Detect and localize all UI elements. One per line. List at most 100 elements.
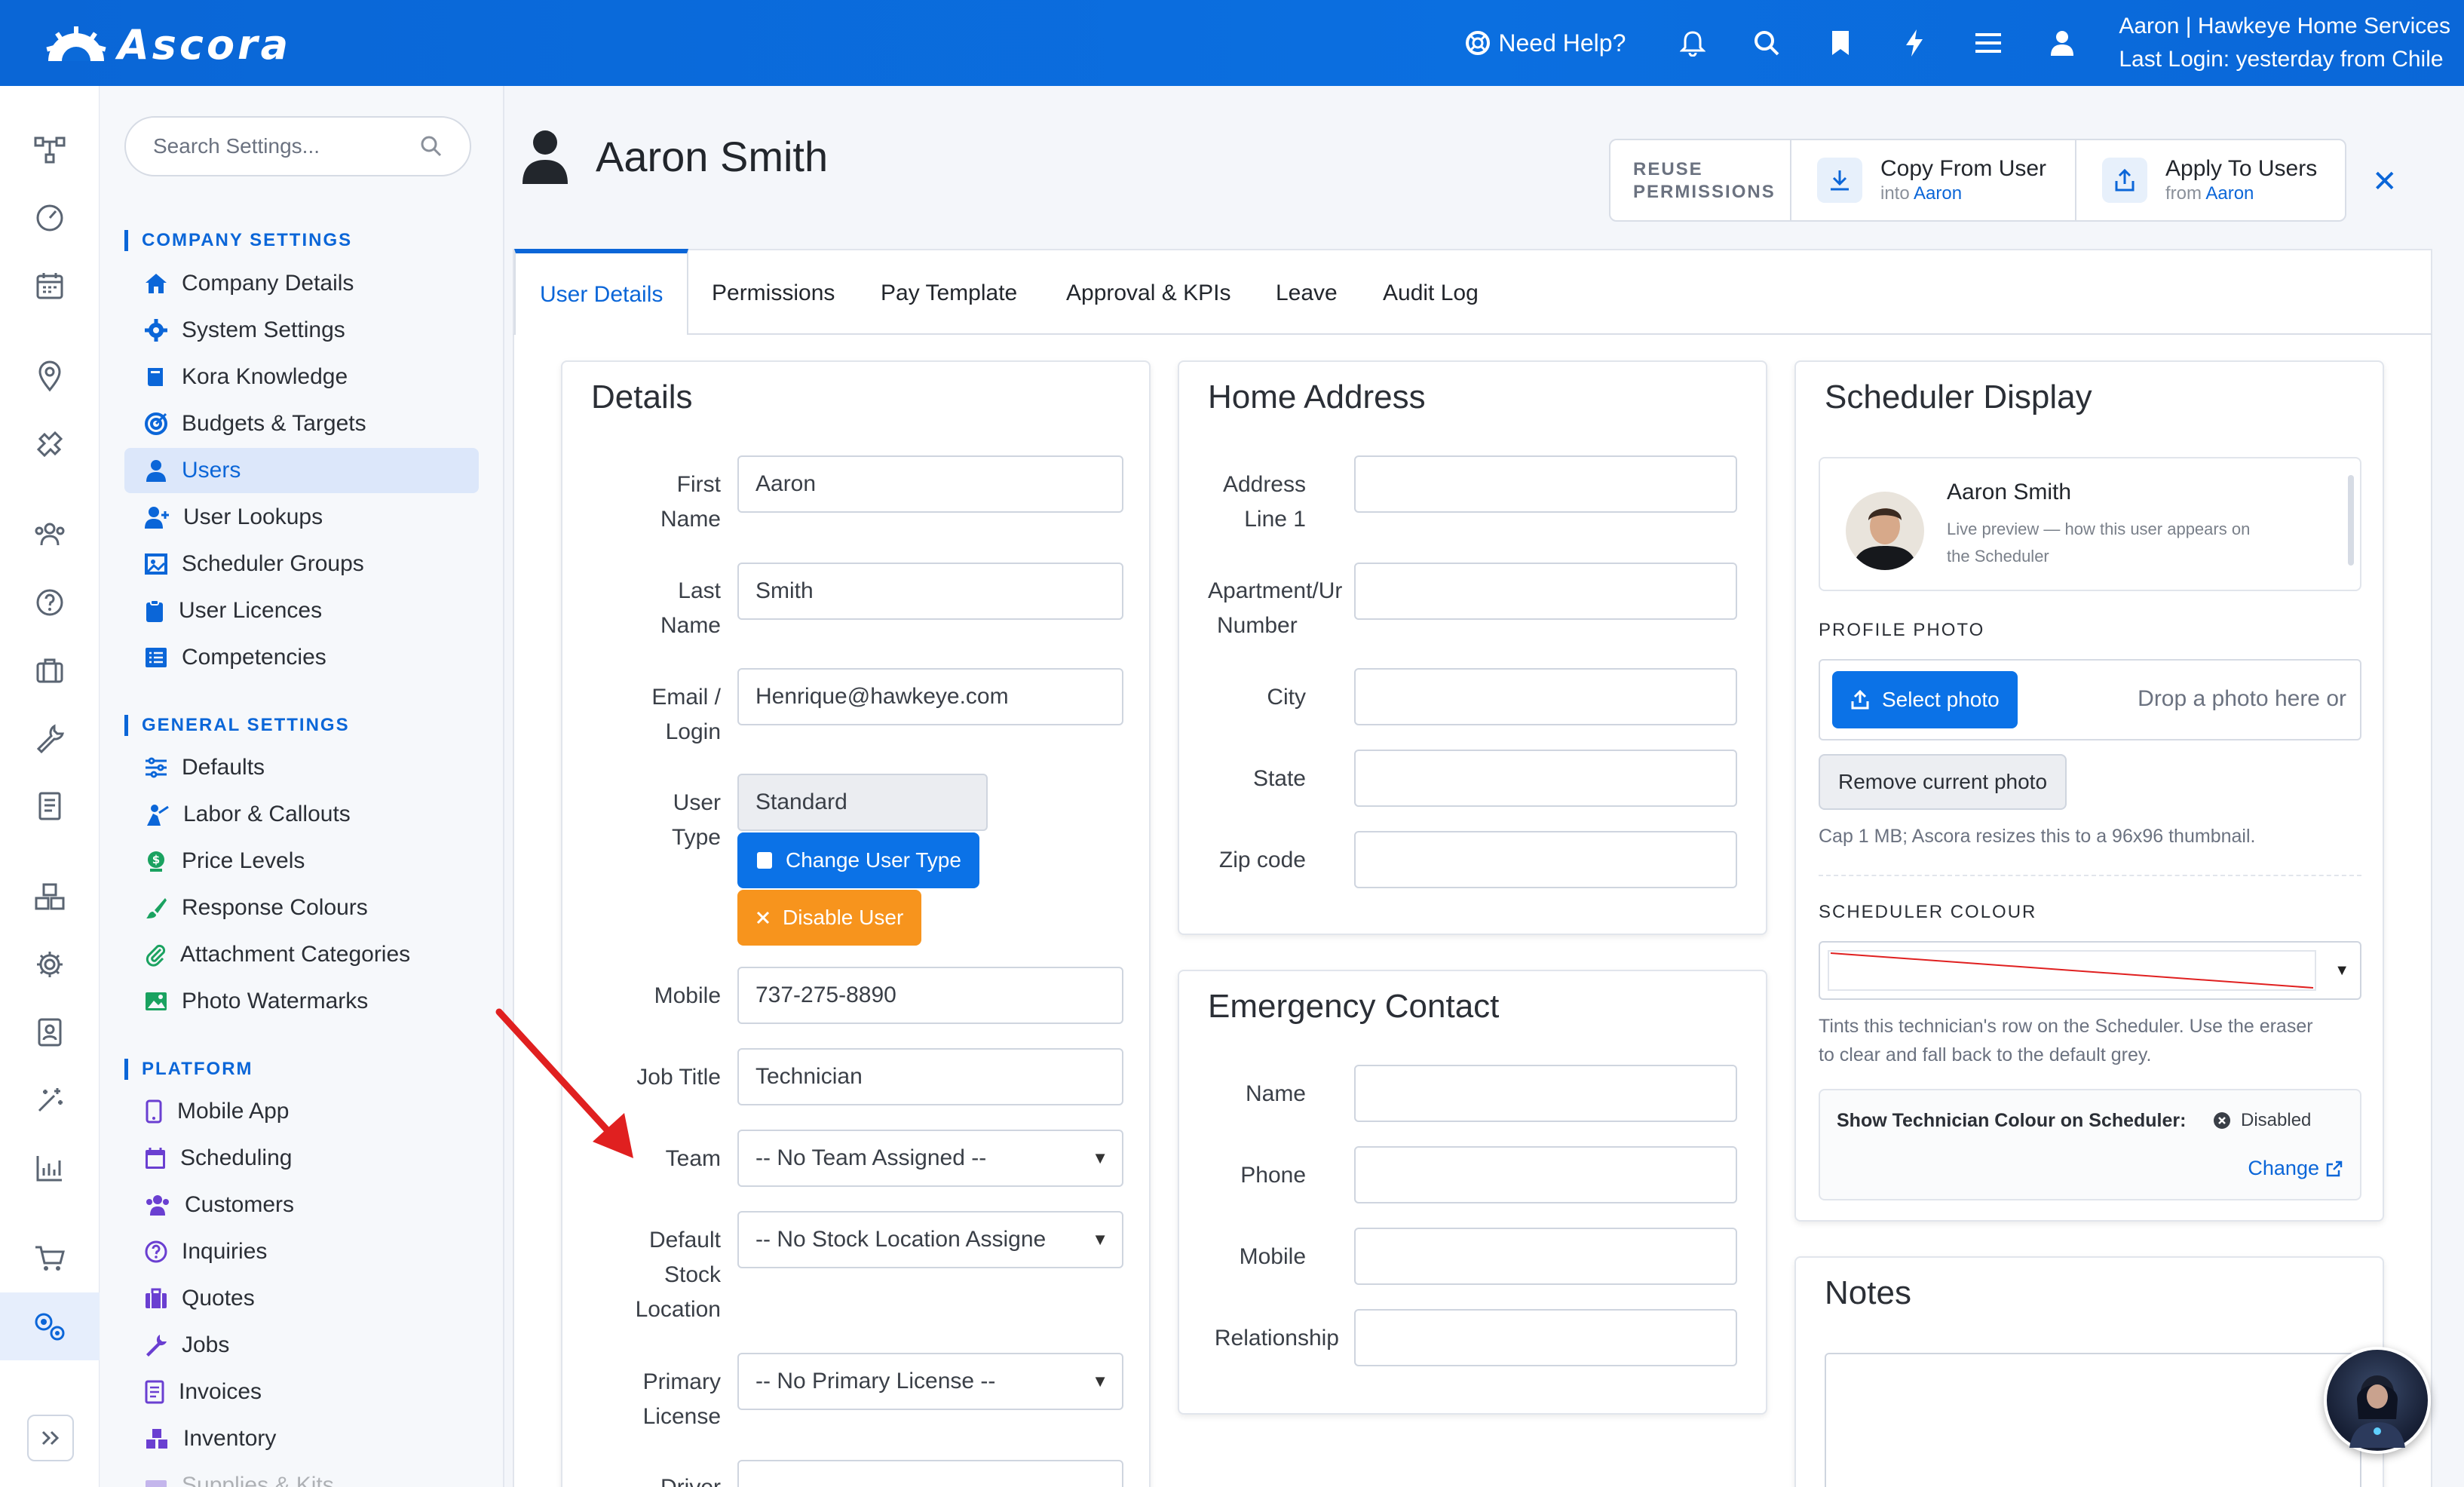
- primary-license-select[interactable]: -- No Primary License -- ▼: [737, 1353, 1123, 1410]
- remove-photo-button[interactable]: Remove current photo: [1819, 754, 2067, 810]
- user-info[interactable]: Aaron | Hawkeye Home Services Last Login…: [2119, 10, 2450, 76]
- rail-workflow[interactable]: [0, 116, 100, 184]
- nav-supplies-kits[interactable]: Supplies & Kits: [124, 1463, 479, 1487]
- change-link[interactable]: Change: [2248, 1157, 2343, 1180]
- photo-drop-zone[interactable]: Select photo Drop a photo here or: [1819, 659, 2361, 740]
- rail-inventory[interactable]: [0, 863, 100, 931]
- rail-jobs[interactable]: [0, 704, 100, 772]
- stock-location-select[interactable]: -- No Stock Location Assigne ▼: [737, 1211, 1123, 1268]
- copy-from-user-button[interactable]: Copy From User into Aaron: [1791, 140, 2076, 220]
- close-icon[interactable]: ✕: [2372, 164, 2398, 199]
- nav-label: Jobs: [182, 1332, 230, 1357]
- rail-quotes[interactable]: [0, 636, 100, 704]
- nav-user-lookups[interactable]: User Lookups: [124, 495, 479, 540]
- state-field[interactable]: [1354, 750, 1737, 807]
- last-name-field[interactable]: Smith: [737, 563, 1123, 620]
- company-settings-heading: COMPANY SETTINGS: [124, 230, 352, 251]
- rail-calendar[interactable]: [0, 252, 100, 320]
- expand-sidebar-button[interactable]: [27, 1415, 74, 1461]
- calendar-icon: [36, 273, 63, 299]
- nav-competencies[interactable]: Competencies: [124, 635, 479, 680]
- nav-mobile-app[interactable]: Mobile App: [124, 1089, 479, 1134]
- first-name-field[interactable]: Aaron: [737, 455, 1123, 513]
- tab-audit-log[interactable]: Audit Log: [1383, 250, 1479, 336]
- nav-company-details[interactable]: Company Details: [124, 261, 479, 306]
- nav-inquiries[interactable]: Inquiries: [124, 1229, 479, 1274]
- nav-response-colours[interactable]: Response Colours: [124, 885, 479, 931]
- user-menu-button[interactable]: [2025, 0, 2099, 86]
- rail-admin-settings[interactable]: [0, 1292, 100, 1360]
- address-line1-field[interactable]: [1354, 455, 1737, 513]
- emergency-mobile-field[interactable]: [1354, 1228, 1737, 1285]
- nav-budgets-targets[interactable]: Budgets & Targets: [124, 401, 479, 446]
- nav-scheduling[interactable]: Scheduling: [124, 1136, 479, 1181]
- tab-permissions[interactable]: Permissions: [712, 250, 835, 336]
- mobile-field[interactable]: 737-275-8890: [737, 967, 1123, 1024]
- nav-scheduler-groups[interactable]: Scheduler Groups: [124, 541, 479, 587]
- nav-invoices[interactable]: Invoices: [124, 1369, 479, 1415]
- emergency-name-field[interactable]: [1354, 1065, 1737, 1122]
- tab-pay-template[interactable]: Pay Template: [881, 250, 1017, 336]
- rail-contacts[interactable]: [0, 998, 100, 1066]
- logo-text: Ascora: [118, 21, 292, 69]
- scheduler-colour-picker[interactable]: ▼: [1819, 941, 2361, 1000]
- tab-leave[interactable]: Leave: [1276, 250, 1338, 336]
- nav-jobs[interactable]: Jobs: [124, 1323, 479, 1368]
- rail-ai[interactable]: [0, 1066, 100, 1134]
- tab-approval-kpis[interactable]: Approval & KPIs: [1066, 250, 1230, 336]
- notes-textarea[interactable]: [1825, 1353, 2361, 1487]
- paperclip-icon: [146, 944, 166, 967]
- chat-assistant-avatar[interactable]: [2324, 1347, 2431, 1454]
- rail-reports[interactable]: [0, 1134, 100, 1202]
- need-help-button[interactable]: Need Help?: [1465, 29, 1626, 57]
- rail-invoices[interactable]: [0, 772, 100, 840]
- nav-quotes[interactable]: Quotes: [124, 1276, 479, 1321]
- nav-label: Photo Watermarks: [182, 989, 369, 1013]
- nav-system-settings[interactable]: System Settings: [124, 308, 479, 353]
- apply-to-users-button[interactable]: Apply To Users from Aaron: [2076, 140, 2345, 220]
- rail-help[interactable]: [0, 569, 100, 636]
- zip-code-field[interactable]: [1354, 831, 1737, 888]
- rail-integrations[interactable]: [0, 410, 100, 478]
- nav-defaults[interactable]: Defaults: [124, 745, 479, 790]
- relationship-field[interactable]: [1354, 1309, 1737, 1366]
- nav-price-levels[interactable]: $ Price Levels: [124, 839, 479, 884]
- bookmarks-button[interactable]: [1804, 0, 1877, 86]
- preview-scrollbar[interactable]: [2348, 475, 2354, 566]
- rail-settings[interactable]: [0, 931, 100, 998]
- main-menu-button[interactable]: [1951, 0, 2025, 86]
- select-photo-button[interactable]: Select photo: [1832, 671, 2018, 728]
- ascora-logo[interactable]: Ascora: [42, 21, 291, 69]
- nav-attachment-categories[interactable]: Attachment Categories: [124, 932, 479, 977]
- nav-customers[interactable]: Customers: [124, 1182, 479, 1228]
- nav-users[interactable]: Users: [124, 448, 479, 493]
- disable-user-button[interactable]: Disable User: [737, 890, 922, 946]
- apartment-field[interactable]: [1354, 563, 1737, 620]
- rail-map[interactable]: [0, 342, 100, 410]
- rail-dashboard[interactable]: [0, 184, 100, 252]
- nav-user-licences[interactable]: User Licences: [124, 588, 479, 633]
- primary-license-value: -- No Primary License --: [755, 1369, 996, 1393]
- city-label: City: [1267, 685, 1306, 710]
- rail-users[interactable]: [0, 501, 100, 569]
- nav-label: Customers: [185, 1192, 295, 1217]
- global-search-button[interactable]: [1730, 0, 1804, 86]
- notifications-button[interactable]: [1656, 0, 1730, 86]
- tab-user-details[interactable]: User Details: [514, 249, 689, 336]
- job-title-field[interactable]: Technician: [737, 1048, 1123, 1105]
- driver-field[interactable]: [737, 1460, 1123, 1487]
- team-select[interactable]: -- No Team Assigned -- ▼: [737, 1130, 1123, 1187]
- email-field[interactable]: Henrique@hawkeye.com: [737, 668, 1123, 725]
- change-user-type-button[interactable]: Change User Type: [737, 832, 979, 888]
- nav-labor-callouts[interactable]: Labor & Callouts: [124, 792, 479, 837]
- nav-photo-watermarks[interactable]: Photo Watermarks: [124, 979, 479, 1024]
- rail-shop[interactable]: [0, 1225, 100, 1292]
- emergency-phone-field[interactable]: [1354, 1146, 1737, 1203]
- page-header: Aaron Smith: [520, 128, 828, 184]
- home-icon: [146, 274, 167, 293]
- nav-inventory[interactable]: Inventory: [124, 1416, 479, 1461]
- quick-actions-button[interactable]: [1877, 0, 1951, 86]
- city-field[interactable]: [1354, 668, 1737, 725]
- settings-search-input[interactable]: Search Settings...: [124, 116, 471, 176]
- nav-kora-knowledge[interactable]: Kora Knowledge: [124, 354, 479, 400]
